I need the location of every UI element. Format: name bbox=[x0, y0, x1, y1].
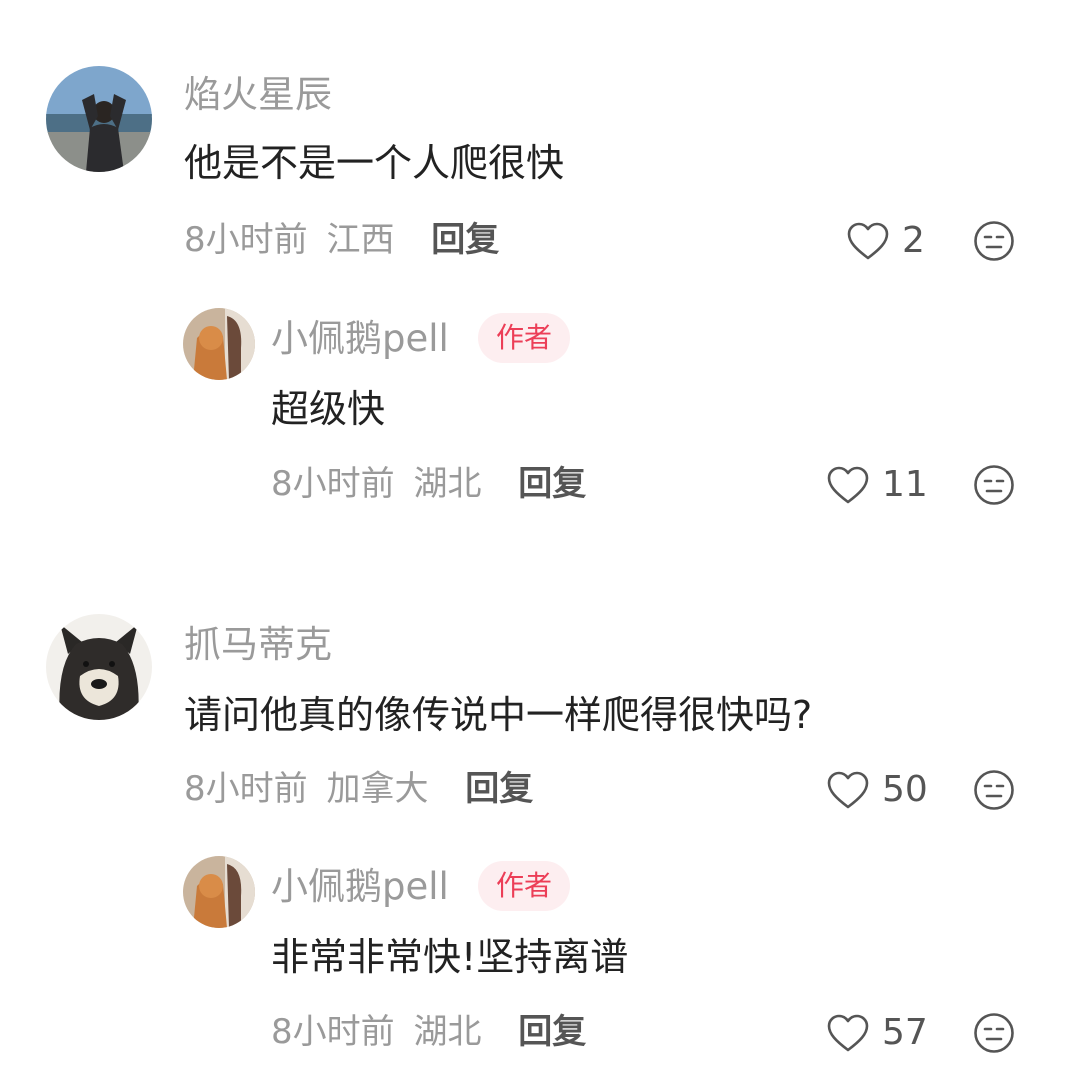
comment-time: 8小时前 bbox=[184, 220, 308, 260]
heart-outline-icon bbox=[827, 1014, 869, 1052]
meh-face-icon bbox=[974, 1013, 1014, 1053]
avatar[interactable] bbox=[46, 66, 152, 172]
like-count: 57 bbox=[882, 1012, 928, 1053]
comment-time: 8小时前 bbox=[271, 1012, 395, 1052]
reply-button[interactable]: 回复 bbox=[465, 772, 533, 806]
comment-location: 江西 bbox=[326, 220, 395, 260]
meh-face-icon bbox=[974, 221, 1014, 261]
author-badge: 作者 bbox=[478, 313, 571, 363]
comment-text: 超级快 bbox=[271, 387, 386, 431]
like-button[interactable]: 57 bbox=[826, 1013, 928, 1053]
comment-location: 加拿大 bbox=[326, 769, 429, 809]
comment-time: 8小时前 bbox=[184, 769, 308, 809]
avatar[interactable] bbox=[46, 614, 152, 720]
dislike-button[interactable] bbox=[973, 464, 1015, 506]
reply-button[interactable]: 回复 bbox=[518, 1015, 586, 1049]
comment-meta: 8小时前 加拿大 回复 bbox=[184, 772, 533, 806]
heart-outline-icon bbox=[847, 222, 889, 260]
comment-meta: 8小时前 江西 回复 bbox=[184, 223, 499, 257]
heart-outline-icon bbox=[827, 771, 869, 809]
meh-face-icon bbox=[974, 770, 1014, 810]
reply-button[interactable]: 回复 bbox=[518, 467, 586, 501]
comment-text: 他是不是一个人爬很快 bbox=[184, 141, 565, 185]
like-button[interactable]: 2 bbox=[846, 221, 925, 261]
dislike-button[interactable] bbox=[973, 1012, 1015, 1054]
comment-meta: 8小时前 湖北 回复 bbox=[271, 1015, 586, 1049]
comment-location: 湖北 bbox=[413, 464, 482, 504]
author-badge: 作者 bbox=[478, 861, 571, 911]
avatar[interactable] bbox=[183, 856, 255, 928]
commenter-name[interactable]: 小佩鹅pell bbox=[271, 868, 449, 905]
comment-text: 请问他真的像传说中一样爬得很快吗? bbox=[184, 693, 813, 737]
comment-time: 8小时前 bbox=[271, 464, 395, 504]
like-button[interactable]: 50 bbox=[826, 770, 928, 810]
commenter-name[interactable]: 焰火星辰 bbox=[184, 76, 332, 113]
like-count: 11 bbox=[882, 464, 928, 505]
avatar[interactable] bbox=[183, 308, 255, 380]
comment-text: 非常非常快!坚持离谱 bbox=[271, 935, 629, 979]
meh-face-icon bbox=[974, 465, 1014, 505]
comment-meta: 8小时前 湖北 回复 bbox=[271, 467, 586, 501]
dislike-button[interactable] bbox=[973, 220, 1015, 262]
reply-button[interactable]: 回复 bbox=[431, 223, 499, 257]
heart-outline-icon bbox=[827, 466, 869, 504]
dislike-button[interactable] bbox=[973, 769, 1015, 811]
like-button[interactable]: 11 bbox=[826, 465, 928, 505]
like-count: 50 bbox=[882, 769, 928, 810]
comment-location: 湖北 bbox=[413, 1012, 482, 1052]
commenter-name[interactable]: 抓马蒂克 bbox=[184, 626, 332, 663]
like-count: 2 bbox=[902, 220, 925, 261]
commenter-name[interactable]: 小佩鹅pell bbox=[271, 320, 449, 357]
